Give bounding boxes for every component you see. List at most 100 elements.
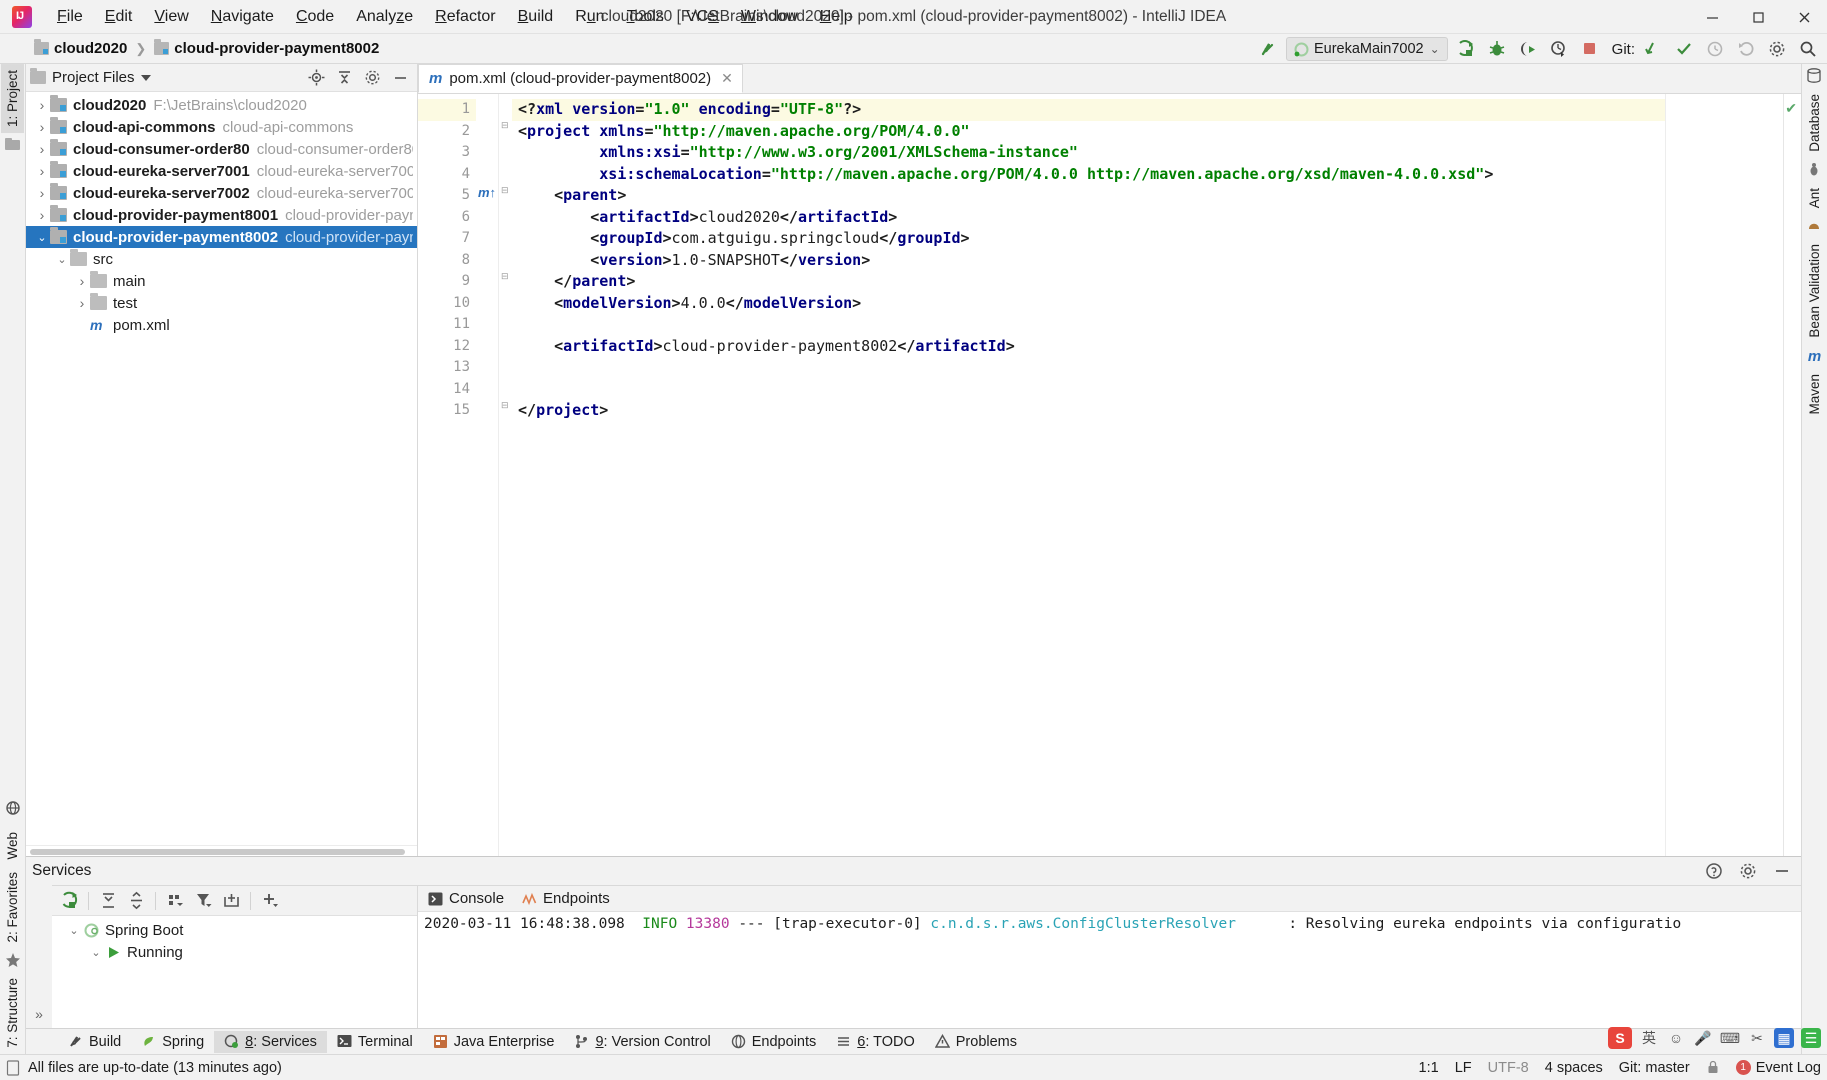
chevron-down-icon[interactable] (141, 75, 151, 81)
menu-help[interactable]: Help (809, 4, 864, 30)
tools-icon[interactable]: ✂ (1747, 1028, 1767, 1048)
hide-icon[interactable] (387, 65, 413, 91)
code-line[interactable]: xmlns:xsi="http://www.w3.org/2001/XMLSch… (512, 142, 1665, 164)
line-number[interactable]: 9 (418, 271, 476, 293)
chevron-right-icon[interactable]: › (34, 141, 50, 157)
show-in-new-window-icon[interactable] (218, 888, 244, 914)
line-number[interactable]: 10 (418, 293, 476, 315)
menu-code[interactable]: Code (285, 4, 345, 30)
bean-icon[interactable] (1806, 218, 1824, 234)
profiler-icon[interactable] (1546, 36, 1572, 62)
rail-tab-project[interactable]: 1: Project (1, 64, 24, 133)
bottom-tab-endpoints[interactable]: Endpoints (721, 1031, 827, 1053)
bottom-tab-6-todo[interactable]: 6: TODO (826, 1031, 925, 1053)
close-icon[interactable]: ✕ (721, 70, 733, 87)
menu-tools[interactable]: Tools (616, 4, 675, 30)
bottom-tab-java-enterprise[interactable]: Java Enterprise (423, 1031, 565, 1053)
web-icon[interactable] (4, 800, 22, 816)
line-number[interactable]: 4 (418, 164, 476, 186)
menu-analyze[interactable]: Analyze (345, 4, 424, 30)
tree-node[interactable]: mpom.xml (26, 314, 417, 336)
tab-endpoints[interactable]: Endpoints (522, 890, 610, 907)
menu-view[interactable]: View (143, 4, 199, 30)
chevron-icon[interactable]: ☰ (1801, 1028, 1821, 1048)
collapse-all-icon[interactable] (123, 888, 149, 914)
code-editor-content[interactable]: <?xml version="1.0" encoding="UTF-8"?><p… (512, 94, 1665, 856)
menu-edit[interactable]: Edit (94, 4, 144, 30)
editor-inspection-strip[interactable]: ✔ (1783, 94, 1801, 856)
breadcrumb-item-project[interactable]: cloud2020 (30, 39, 131, 58)
rail-tab-web[interactable]: Web (1, 820, 24, 866)
chevron-right-icon[interactable]: › (34, 163, 50, 179)
fold-region-icon[interactable]: ⊟ (501, 120, 510, 129)
project-panel-hscrollbar[interactable] (26, 845, 417, 856)
line-number[interactable]: 1 (418, 99, 476, 121)
git-rollback-icon[interactable] (1733, 36, 1759, 62)
fold-region-icon[interactable]: ⊟ (501, 271, 510, 280)
bottom-tab-build[interactable]: Build (58, 1031, 131, 1053)
git-update-icon[interactable] (1640, 36, 1666, 62)
code-line[interactable] (512, 357, 1665, 379)
expand-all-icon[interactable] (95, 888, 121, 914)
chevron-down-icon[interactable]: ⌄ (34, 231, 50, 244)
rail-tab-maven[interactable]: Maven (1803, 368, 1826, 421)
run-with-coverage-icon[interactable] (1515, 36, 1541, 62)
locate-icon[interactable] (303, 65, 329, 91)
chevron-right-icon[interactable]: › (34, 185, 50, 201)
line-number[interactable]: 6 (418, 207, 476, 229)
code-line[interactable]: </project> (512, 400, 1665, 422)
ime-language-icon[interactable]: 英 (1639, 1028, 1659, 1048)
settings-icon[interactable] (359, 65, 385, 91)
settings-icon[interactable] (1764, 36, 1790, 62)
expand-rail-icon[interactable]: » (35, 1006, 43, 1028)
indent-setting[interactable]: 4 spaces (1545, 1060, 1603, 1076)
menu-vcs[interactable]: VCS (675, 4, 730, 30)
maven-marker-icon[interactable]: m↑ (478, 185, 496, 200)
settings-icon[interactable] (1735, 858, 1761, 884)
line-number[interactable]: 2 (418, 121, 476, 143)
code-folding-column[interactable]: ⊟ ⊟ ⊟ ⊟ (498, 94, 512, 856)
minimize-button[interactable] (1689, 0, 1735, 34)
tree-node[interactable]: ›cloud-eureka-server7002cloud-eureka-ser… (26, 182, 417, 204)
tree-node[interactable]: ⌄src (26, 248, 417, 270)
line-number[interactable]: 13 (418, 357, 476, 379)
bottom-tab-8-services[interactable]: 8: Services (214, 1031, 327, 1053)
bottom-tab-terminal[interactable]: Terminal (327, 1031, 423, 1053)
bottom-tab-spring[interactable]: Spring (131, 1031, 214, 1053)
tree-node[interactable]: ›cloud-api-commonscloud-api-commons (26, 116, 417, 138)
line-number[interactable]: 8 (418, 250, 476, 272)
smiley-icon[interactable]: ☺ (1666, 1028, 1686, 1048)
fold-region-icon[interactable]: ⊟ (501, 185, 510, 194)
chevron-right-icon[interactable]: › (34, 207, 50, 223)
maximize-button[interactable] (1735, 0, 1781, 34)
code-line[interactable]: <parent> (512, 185, 1665, 207)
tree-node[interactable]: ›cloud2020F:\JetBrains\cloud2020 (26, 94, 417, 116)
filter-icon[interactable] (190, 888, 216, 914)
code-area[interactable]: 123456789101112131415 m↑ ⊟ ⊟ ⊟ ⊟ <?xml v… (418, 94, 1801, 856)
chevron-down-icon[interactable]: ⌄ (54, 253, 70, 266)
stop-icon[interactable] (1577, 36, 1603, 62)
line-number[interactable]: 7 (418, 228, 476, 250)
lock-icon[interactable] (1706, 1060, 1720, 1075)
chevron-right-icon[interactable]: › (74, 295, 90, 311)
file-encoding[interactable]: UTF-8 (1488, 1060, 1529, 1076)
help-icon[interactable] (1701, 858, 1727, 884)
code-line[interactable] (512, 314, 1665, 336)
code-line[interactable]: <project xmlns="http://maven.apache.org/… (512, 121, 1665, 143)
chevron-right-icon[interactable]: › (34, 119, 50, 135)
hide-icon[interactable] (1769, 858, 1795, 884)
search-everywhere-icon[interactable] (1255, 36, 1281, 62)
tree-node[interactable]: ›cloud-eureka-server7001cloud-eureka-ser… (26, 160, 417, 182)
git-branch[interactable]: Git: master (1619, 1060, 1690, 1076)
add-icon[interactable] (257, 888, 283, 914)
code-line[interactable]: <artifactId>cloud-provider-payment8002</… (512, 336, 1665, 358)
line-number[interactable]: 15 (418, 400, 476, 422)
chevron-right-icon[interactable]: › (74, 273, 90, 289)
line-number[interactable]: 12 (418, 336, 476, 358)
code-line[interactable]: <artifactId>cloud2020</artifactId> (512, 207, 1665, 229)
tree-node[interactable]: ⌄cloud-provider-payment8002cloud-provide… (26, 226, 417, 248)
gutter-markers[interactable]: m↑ (476, 94, 498, 856)
chevron-right-icon[interactable]: › (34, 97, 50, 113)
run-configuration-selector[interactable]: EurekaMain7002 ⌄ (1286, 37, 1448, 61)
code-line[interactable]: </parent> (512, 271, 1665, 293)
